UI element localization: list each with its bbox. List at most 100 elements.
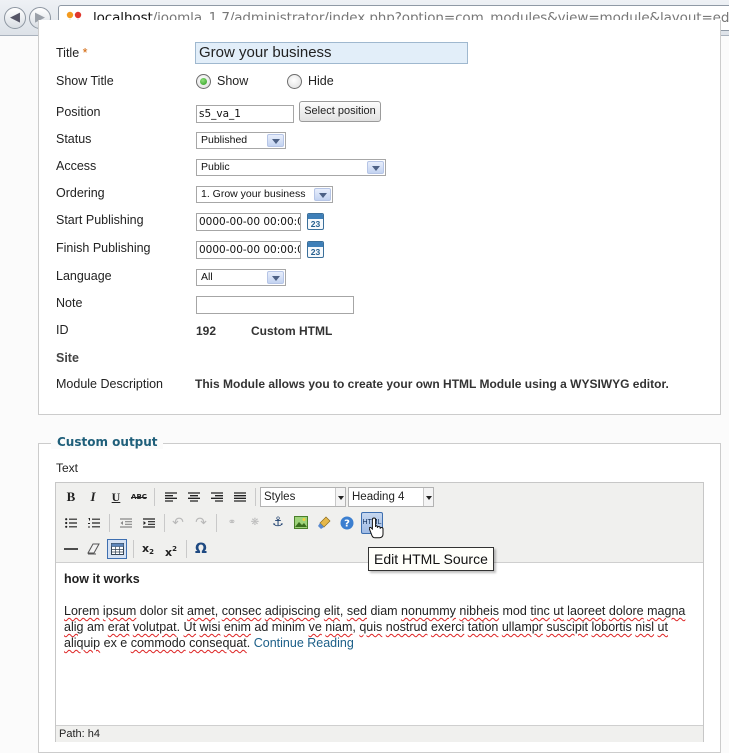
horizontal-rule-icon[interactable] bbox=[61, 539, 81, 559]
position-input[interactable]: s5_va_1 bbox=[196, 105, 294, 123]
note-label: Note bbox=[56, 296, 83, 310]
continue-reading-link[interactable]: Continue Reading bbox=[254, 636, 354, 650]
redo-icon[interactable]: ↷ bbox=[191, 513, 211, 533]
editor-content[interactable]: how it works Lorem ipsum dolor sit amet,… bbox=[64, 571, 692, 651]
calendar-icon[interactable]: 23 bbox=[307, 213, 324, 230]
misspelled-word: consec bbox=[221, 604, 262, 618]
text-label: Text bbox=[56, 461, 79, 475]
misspelled-word: ut bbox=[657, 620, 668, 634]
image-icon[interactable] bbox=[291, 513, 311, 533]
unlink-icon[interactable]: ❋ bbox=[245, 513, 265, 533]
finish-publishing-input[interactable]: 0000-00-00 00:00:00 bbox=[196, 241, 301, 259]
undo-icon[interactable]: ↶ bbox=[168, 513, 188, 533]
superscript-icon[interactable]: x2 bbox=[161, 539, 181, 559]
format-select[interactable]: Heading 4 bbox=[348, 487, 434, 507]
outdent-icon[interactable] bbox=[116, 513, 136, 533]
paragraph-fragment: . bbox=[246, 636, 254, 650]
calendar-icon[interactable]: 23 bbox=[307, 241, 324, 258]
paragraph-fragment: dolor sit bbox=[136, 604, 187, 618]
paragraph-text: Lorem ipsum dolor sit amet, consec adipi… bbox=[64, 604, 685, 650]
content-paragraph: Lorem ipsum dolor sit amet, consec adipi… bbox=[64, 603, 692, 651]
misspelled-word: niam bbox=[325, 620, 353, 634]
misspelled-word: ullampr bbox=[501, 620, 543, 634]
misspelled-word: nisl bbox=[635, 620, 655, 634]
misspelled-word: alig bbox=[64, 620, 84, 634]
indent-icon[interactable] bbox=[139, 513, 159, 533]
module-description: This Module allows you to create your ow… bbox=[195, 377, 669, 391]
misspelled-word: ve bbox=[308, 620, 322, 634]
bold-icon[interactable]: B bbox=[61, 487, 81, 507]
svg-text:?: ? bbox=[344, 519, 350, 530]
misspelled-word: exerci bbox=[430, 620, 465, 634]
hide-option-label: Hide bbox=[308, 74, 334, 88]
misspelled-word: nibheis bbox=[459, 604, 500, 618]
misspelled-word: tinc bbox=[530, 604, 550, 618]
chevron-down-icon bbox=[267, 271, 284, 284]
title-input[interactable]: Grow your business bbox=[195, 42, 468, 64]
misspelled-word: ut bbox=[553, 604, 564, 618]
paragraph-fragment: diam bbox=[367, 604, 402, 618]
help-icon[interactable]: ? bbox=[337, 513, 357, 533]
misspelled-word: nostrud bbox=[385, 620, 428, 634]
strikethrough-icon[interactable]: ABC bbox=[129, 487, 149, 507]
special-character-icon[interactable]: Ω bbox=[191, 539, 211, 559]
underline-icon[interactable]: U bbox=[106, 487, 126, 507]
show-option-label: Show bbox=[217, 74, 249, 88]
language-select[interactable]: All bbox=[196, 269, 286, 286]
misspelled-word: elit bbox=[323, 604, 340, 618]
styles-select[interactable]: Styles bbox=[260, 487, 346, 507]
status-label: Status bbox=[56, 132, 92, 146]
remove-format-icon[interactable] bbox=[84, 539, 104, 559]
misspelled-word: commodo bbox=[130, 636, 186, 650]
misspelled-word: sed bbox=[346, 604, 367, 618]
misspelled-word: dolore bbox=[608, 604, 644, 618]
language-value: All bbox=[201, 271, 213, 283]
subscript-icon[interactable]: x2 bbox=[138, 539, 158, 559]
status-value: Published bbox=[201, 134, 248, 146]
status-select[interactable]: Published bbox=[196, 132, 286, 149]
select-position-button[interactable]: Select position bbox=[299, 101, 381, 122]
note-input[interactable] bbox=[196, 296, 354, 314]
show-title-hide-radio[interactable] bbox=[287, 74, 302, 89]
id-value: 192 bbox=[196, 324, 217, 338]
chevron-down-icon bbox=[367, 161, 384, 174]
toolbar-separator bbox=[164, 514, 165, 532]
anchor-icon[interactable]: ⚓ bbox=[268, 513, 288, 533]
align-right-icon[interactable] bbox=[207, 487, 227, 507]
toolbar-separator bbox=[109, 514, 110, 532]
content-heading: how it works bbox=[64, 572, 140, 586]
misspelled-word: lobortis bbox=[591, 620, 632, 634]
chevron-down-icon bbox=[314, 188, 331, 201]
misspelled-word: aliquip bbox=[64, 636, 101, 650]
cleanup-icon[interactable] bbox=[314, 513, 334, 533]
title-label-text: Title bbox=[56, 46, 80, 60]
paragraph-fragment: , bbox=[339, 604, 347, 618]
italic-icon[interactable]: I bbox=[83, 487, 103, 507]
misspelled-word: tation bbox=[467, 620, 499, 634]
show-title-show-radio[interactable] bbox=[196, 74, 211, 89]
edit-html-source-tooltip: Edit HTML Source bbox=[368, 547, 494, 571]
editor-path-bar: Path: h4 bbox=[56, 725, 703, 742]
access-label: Access bbox=[56, 159, 97, 173]
back-icon[interactable]: ◀ bbox=[4, 7, 26, 29]
align-left-icon[interactable] bbox=[161, 487, 181, 507]
mouse-pointer-icon bbox=[369, 517, 384, 539]
ordering-select[interactable]: 1. Grow your business bbox=[196, 186, 333, 203]
bullet-list-icon[interactable] bbox=[61, 513, 81, 533]
align-justify-icon[interactable] bbox=[230, 487, 250, 507]
toolbar-separator bbox=[255, 488, 256, 506]
misspelled-word: suscipit bbox=[546, 620, 589, 634]
paragraph-fragment: ad minim bbox=[250, 620, 309, 634]
misspelled-word: amet bbox=[186, 604, 215, 618]
misspelled-word: enim bbox=[223, 620, 251, 634]
numbered-list-icon[interactable] bbox=[84, 513, 104, 533]
misspelled-word: Ut bbox=[183, 620, 197, 634]
table-icon[interactable] bbox=[107, 539, 127, 559]
start-publishing-input[interactable]: 0000-00-00 00:00:00 bbox=[196, 213, 301, 231]
link-icon[interactable]: ⚭ bbox=[222, 513, 242, 533]
paragraph-fragment: am bbox=[83, 620, 108, 634]
align-center-icon[interactable] bbox=[184, 487, 204, 507]
misspelled-word: ipsum bbox=[102, 604, 137, 618]
access-select[interactable]: Public bbox=[196, 159, 386, 176]
toolbar-separator bbox=[154, 488, 155, 506]
